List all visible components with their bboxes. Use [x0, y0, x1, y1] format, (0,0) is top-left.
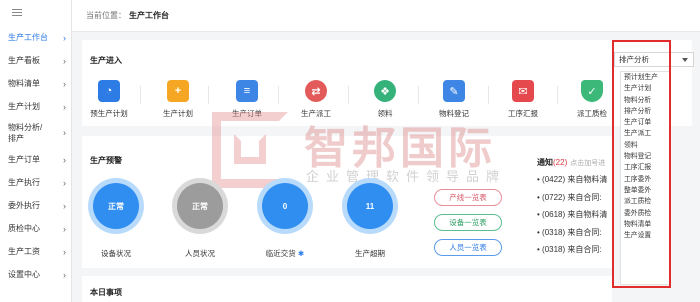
dropdown-option[interactable]: 整单委外 — [621, 185, 669, 196]
entry-order[interactable]: ≡ 生产订单 — [217, 80, 277, 119]
personnel-list-button[interactable]: 人员一览表 — [434, 239, 502, 256]
chevron-right-icon: › — [63, 78, 66, 89]
notice-title: 通知(22) 点击加号进 — [537, 158, 606, 167]
analysis-select[interactable]: 排产分析 — [614, 52, 694, 67]
sidebar-item-workbench[interactable]: 生产工作台 › — [0, 26, 71, 49]
today-panel — [82, 276, 612, 302]
divider — [348, 86, 349, 104]
status-label-personnel: 人员状况 — [185, 249, 215, 258]
dropdown-option[interactable]: 领料 — [621, 140, 669, 151]
chevron-right-icon: › — [63, 246, 66, 257]
material-register-icon: ✎ — [443, 80, 465, 102]
plan-icon: + — [167, 80, 189, 102]
status-circle-personnel[interactable]: 正常 — [177, 183, 223, 229]
chevron-right-icon: › — [63, 223, 66, 234]
chevron-right-icon: › — [63, 101, 66, 112]
analysis-dropdown: 预计划生产 生产计划 物料分析 排产分析 生产订单 生产派工 领料 物料登记 工… — [620, 71, 670, 285]
dropdown-option[interactable]: 生产订单 — [621, 117, 669, 128]
notice-item[interactable]: • (0422) 来自物料清 — [537, 174, 615, 185]
divider — [488, 86, 489, 104]
sidebar-item-execution[interactable]: 生产执行 › — [0, 171, 71, 194]
dropdown-option[interactable]: 生产计划 — [621, 83, 669, 94]
status-label-equipment: 设备状况 — [101, 249, 131, 258]
sidebar-item-order[interactable]: 生产订单 › — [0, 148, 71, 171]
entry-quality-check[interactable]: ✓ 派工质检 — [562, 80, 622, 119]
entry-plan[interactable]: + 生产计划 — [148, 80, 208, 119]
chevron-right-icon: › — [63, 200, 66, 211]
dropdown-option[interactable]: 预计划生产 — [621, 72, 669, 83]
dropdown-option[interactable]: 物料登记 — [621, 151, 669, 162]
divider — [208, 86, 209, 104]
sidebar-item-outsource[interactable]: 委外执行 › — [0, 194, 71, 217]
notice-count: (22) — [553, 158, 568, 167]
dropdown-option[interactable]: 排产分析 — [621, 106, 669, 117]
status-label-overdue: 生产超期 — [355, 249, 385, 258]
settings-icon[interactable]: ✱ — [298, 249, 304, 258]
notice-tip: 点击加号进 — [570, 160, 606, 167]
entry-pick-material[interactable]: ❖ 领料 — [355, 80, 415, 119]
dropdown-option[interactable]: 派工质检 — [621, 196, 669, 207]
divider — [418, 86, 419, 104]
page-title: 生产工作台 — [129, 11, 169, 20]
notice-item[interactable]: • (0618) 来自物料清 — [537, 209, 615, 220]
line-list-button[interactable]: 产线一览表 — [434, 189, 502, 206]
sidebar-item-board[interactable]: 生产看板 › — [0, 49, 71, 72]
dropdown-option[interactable]: 工序委外 — [621, 174, 669, 185]
status-label-delivery: 临近交货 ✱ — [265, 249, 305, 258]
notice-item[interactable]: • (0318) 来自合同: — [537, 227, 615, 238]
entry-process-report[interactable]: ✉ 工序汇报 — [493, 80, 553, 119]
entry-material-register[interactable]: ✎ 物料登记 — [424, 80, 484, 119]
sidebar-item-bom[interactable]: 物料清单 › — [0, 72, 71, 95]
notice-item[interactable]: • (0722) 来自合同: — [537, 192, 615, 203]
status-circle-overdue[interactable]: 11 — [347, 183, 393, 229]
menu-toggle-icon[interactable] — [0, 0, 71, 26]
dropdown-option[interactable]: 工序汇报 — [621, 162, 669, 173]
dispatch-icon: ⇄ — [305, 80, 327, 102]
divider — [140, 86, 141, 104]
sidebar-item-wages[interactable]: 生产工资 › — [0, 240, 71, 263]
app-window: 生产工作台 › 生产看板 › 物料清单 › 生产计划 › 物料分析/排产 › 生产订单 › … — [0, 0, 700, 302]
dropdown-option[interactable]: 生产设置 — [621, 230, 669, 241]
sidebar-item-quality[interactable]: 质检中心 › — [0, 217, 71, 240]
dropdown-option[interactable]: 生产派工 — [621, 128, 669, 139]
caret-down-icon — [682, 58, 688, 62]
entry-panel-title: 生产进入 — [90, 56, 122, 65]
dropdown-option[interactable]: 委外质检 — [621, 208, 669, 219]
breadcrumb-label: 当前位置： — [86, 11, 126, 20]
warning-panel-title: 生产预警 — [90, 156, 122, 165]
sidebar-item-settings[interactable]: 设置中心 › — [0, 263, 71, 286]
order-icon: ≡ — [236, 80, 258, 102]
divider — [557, 86, 558, 104]
chevron-right-icon: › — [63, 127, 66, 138]
pick-material-icon: ❖ — [374, 80, 396, 102]
sidebar: 生产工作台 › 生产看板 › 物料清单 › 生产计划 › 物料分析/排产 › 生产订单 › … — [0, 0, 72, 302]
pre-plan-icon: ◔ — [98, 80, 120, 102]
status-circle-delivery[interactable]: 0 — [262, 183, 308, 229]
process-report-icon: ✉ — [512, 80, 534, 102]
entry-pre-plan[interactable]: ◔ 预生产计划 — [79, 80, 139, 119]
today-panel-title: 本日事项 — [90, 288, 122, 297]
status-circle-equipment[interactable]: 正常 — [93, 183, 139, 229]
breadcrumb: 当前位置： 生产工作台 — [72, 0, 700, 32]
entry-dispatch[interactable]: ⇄ 生产派工 — [286, 80, 346, 119]
notice-item[interactable]: • (0318) 来自合同: — [537, 244, 615, 255]
chevron-right-icon: › — [63, 32, 66, 43]
chevron-right-icon: › — [63, 55, 66, 66]
entry-list: ◔ 预生产计划 + 生产计划 ≡ 生产订单 ⇄ 生产派工 ❖ 领料 ✎ 物料登记 — [82, 80, 622, 124]
chevron-right-icon: › — [63, 177, 66, 188]
dropdown-option[interactable]: 物料清单 — [621, 219, 669, 230]
chevron-right-icon: › — [63, 154, 66, 165]
dropdown-option[interactable]: 物料分析 — [621, 95, 669, 106]
sidebar-item-analysis[interactable]: 物料分析/排产 › — [0, 118, 71, 148]
sidebar-item-plan[interactable]: 生产计划 › — [0, 95, 71, 118]
divider — [278, 86, 279, 104]
equipment-list-button[interactable]: 设备一览表 — [434, 214, 502, 231]
chevron-right-icon: › — [63, 269, 66, 280]
quality-check-icon: ✓ — [581, 80, 603, 102]
